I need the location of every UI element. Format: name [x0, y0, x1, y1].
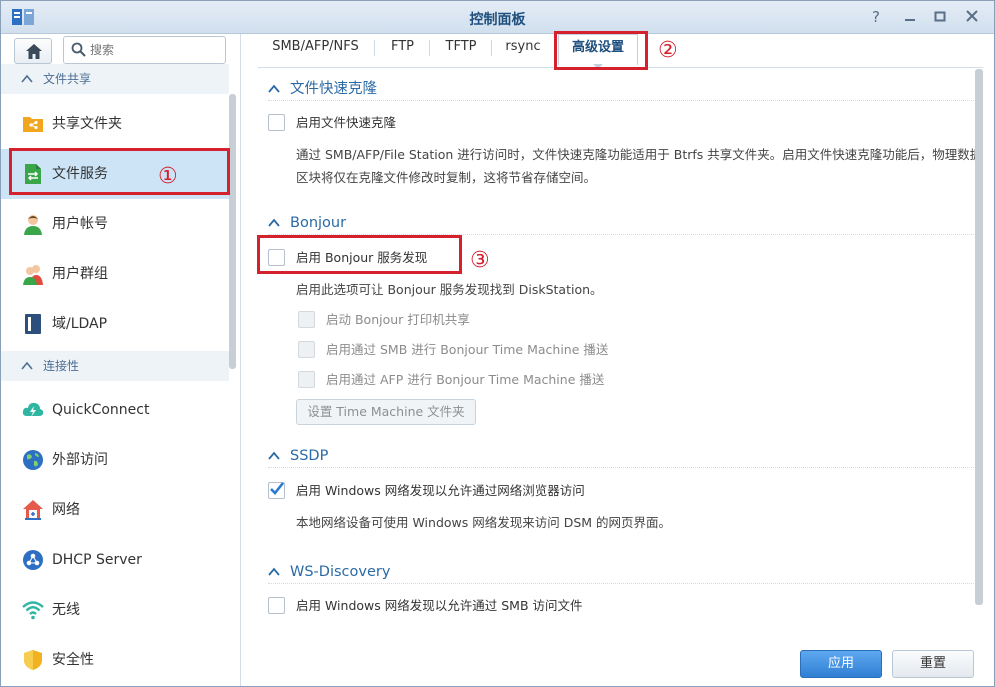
wifi-icon: [22, 601, 44, 620]
description-line: 区块将仅在克隆文件修改时复制，这将节省存储空间。: [296, 170, 597, 185]
section-connectivity[interactable]: 连接性: [1, 351, 229, 381]
sidebar-item-label: 用户帐号: [52, 216, 108, 232]
tab-divider: [491, 40, 492, 56]
sidebar-item-user[interactable]: 用户帐号: [1, 199, 229, 249]
sidebar-item-external-access[interactable]: 外部访问: [1, 435, 229, 485]
tab-tftp[interactable]: TFTP: [435, 34, 487, 68]
section-file-sharing[interactable]: 文件共享: [1, 64, 229, 94]
content-scrollbar[interactable]: [975, 69, 983, 605]
user-group-icon: [23, 265, 43, 285]
checkbox-label: 启用通过 SMB 进行 Bonjour Time Machine 播送: [326, 342, 609, 357]
reset-button[interactable]: 重置: [892, 650, 974, 678]
group-title-text: SSDP: [290, 448, 329, 464]
annotation-box-1: [9, 148, 230, 195]
sidebar-item-label: 外部访问: [52, 452, 108, 468]
checkbox-label: 启用通过 AFP 进行 Bonjour Time Machine 播送: [326, 372, 605, 387]
domain-ldap-icon: [25, 314, 41, 334]
group-title-ssdp[interactable]: SSDP: [268, 444, 976, 468]
home-icon: [26, 44, 42, 59]
search-box[interactable]: [63, 36, 226, 64]
section-label: 连接性: [43, 359, 80, 373]
sidebar: 文件共享 共享文件夹 文件服务 用户帐号: [1, 34, 241, 686]
sidebar-item-network[interactable]: 网络: [1, 485, 229, 535]
bonjour-printer-checkbox[interactable]: [298, 311, 315, 328]
sidebar-scrollbar[interactable]: [229, 94, 236, 369]
group-title-bonjour[interactable]: Bonjour: [268, 211, 976, 235]
group-title-text: Bonjour: [290, 215, 347, 231]
annotation-box-3: [257, 235, 462, 274]
chevron-up-icon: [21, 361, 33, 370]
chevron-up-icon: [268, 451, 280, 460]
quickconnect-icon: [22, 402, 44, 417]
sidebar-item-security[interactable]: 安全性: [1, 635, 229, 685]
sidebar-item-quickconnect[interactable]: QuickConnect: [1, 385, 229, 435]
help-icon[interactable]: ?: [865, 7, 887, 27]
sidebar-item-shared-folder[interactable]: 共享文件夹: [1, 99, 229, 149]
ssdp-description: 本地网络设备可使用 Windows 网络发现来访问 DSM 的网页界面。: [296, 515, 672, 530]
search-icon: [71, 42, 86, 57]
tab-rsync[interactable]: rsync: [497, 34, 549, 68]
sidebar-item-dhcp-server[interactable]: DHCP Server: [1, 535, 229, 585]
close-icon[interactable]: [961, 7, 983, 27]
set-time-machine-folder-button[interactable]: 设置 Time Machine 文件夹: [296, 399, 476, 425]
ssdp-checkbox[interactable]: [268, 482, 285, 499]
checkbox-label: 启用文件快速克隆: [296, 115, 397, 130]
annotation-number-2: ②: [658, 38, 678, 63]
chevron-up-icon: [268, 218, 280, 227]
ws-discovery-checkbox[interactable]: [268, 597, 285, 614]
sidebar-item-label: DHCP Server: [52, 552, 142, 568]
description-line: 通过 SMB/AFP/File Station 进行访问时，文件快速克隆功能适用…: [296, 147, 983, 162]
sidebar-item-label: 用户群组: [52, 266, 108, 282]
search-input[interactable]: [90, 41, 220, 59]
tab-smb-afp-nfs[interactable]: SMB/AFP/NFS: [263, 34, 368, 68]
checkbox-label: 启用 Windows 网络发现以允许通过 SMB 访问文件: [296, 598, 583, 613]
sidebar-item-label: 安全性: [52, 652, 94, 668]
sidebar-item-label: 网络: [52, 502, 80, 518]
sidebar-item-label: QuickConnect: [52, 402, 150, 418]
group-title-fast-clone[interactable]: 文件快速克隆: [268, 77, 976, 101]
fast-clone-checkbox[interactable]: [268, 114, 285, 131]
annotation-box-2: [554, 31, 648, 70]
sidebar-item-domain-ldap[interactable]: 域/LDAP: [1, 299, 229, 349]
apply-button[interactable]: 应用: [800, 650, 882, 678]
checkbox-label: 启用 Windows 网络发现以允许通过网络浏览器访问: [296, 483, 585, 498]
group-title-ws-discovery[interactable]: WS-Discovery: [268, 560, 976, 584]
sidebar-item-label: 共享文件夹: [52, 116, 122, 132]
shield-icon: [24, 650, 42, 670]
fast-clone-description: 通过 SMB/AFP/File Station 进行访问时，文件快速克隆功能适用…: [296, 143, 983, 189]
user-icon: [24, 215, 42, 235]
section-label: 文件共享: [43, 72, 92, 86]
globe-icon: [23, 450, 43, 470]
title-bar: 控制面板 ?: [1, 1, 994, 34]
sidebar-item-wireless[interactable]: 无线: [1, 585, 229, 635]
bonjour-description: 启用此选项可让 Bonjour 服务发现找到 DiskStation。: [296, 282, 603, 297]
chevron-up-icon: [268, 84, 280, 93]
tab-ftp[interactable]: FTP: [380, 34, 425, 68]
bonjour-smb-tm-checkbox[interactable]: [298, 341, 315, 358]
dhcp-server-icon: [23, 550, 43, 570]
group-title-text: WS-Discovery: [290, 564, 391, 580]
annotation-number-3: ③: [470, 248, 490, 273]
checkbox-label: 启动 Bonjour 打印机共享: [326, 312, 470, 327]
window-title: 控制面板: [469, 12, 526, 28]
group-title-text: 文件快速克隆: [290, 81, 377, 97]
bonjour-afp-tm-checkbox[interactable]: [298, 371, 315, 388]
sidebar-item-label: 无线: [52, 602, 80, 618]
chevron-up-icon: [268, 567, 280, 576]
checkmark-icon: [270, 482, 285, 495]
settings-content: 文件快速克隆 启用文件快速克隆 通过 SMB/AFP/File Station …: [242, 69, 986, 639]
sidebar-item-group[interactable]: 用户群组: [1, 249, 229, 299]
shared-folder-icon: [23, 117, 43, 132]
footer-bar: 应用 重置: [242, 639, 994, 686]
tab-divider: [429, 40, 430, 56]
control-panel-window: 控制面板 ? 文件共享: [0, 0, 995, 687]
maximize-icon[interactable]: [929, 7, 951, 27]
tab-divider: [374, 40, 375, 56]
sidebar-item-label: 域/LDAP: [52, 316, 108, 332]
home-button[interactable]: [14, 38, 52, 64]
chevron-up-icon: [21, 74, 33, 83]
annotation-number-1: ①: [158, 164, 178, 189]
network-house-icon: [23, 500, 43, 520]
minimize-icon[interactable]: [899, 7, 921, 27]
